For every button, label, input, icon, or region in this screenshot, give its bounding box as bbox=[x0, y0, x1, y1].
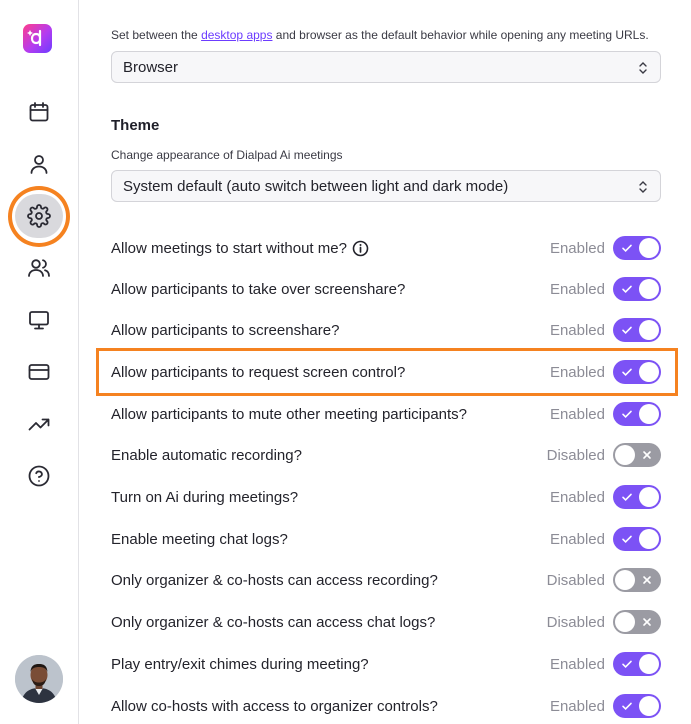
toggle-knob bbox=[639, 487, 659, 507]
setting-label-text: Allow meetings to start without me? bbox=[111, 239, 347, 257]
users-icon[interactable] bbox=[25, 254, 53, 282]
check-icon bbox=[622, 535, 632, 544]
default-app-select[interactable]: Browser bbox=[111, 51, 661, 83]
setting-label: Allow participants to take over screensh… bbox=[111, 280, 406, 298]
setting-row: Enable automatic recording? Disabled bbox=[111, 440, 661, 470]
default-app-desc-text: Set between the bbox=[111, 28, 202, 42]
info-icon[interactable] bbox=[352, 240, 369, 257]
toggle-knob bbox=[639, 529, 659, 549]
setting-toggle[interactable] bbox=[613, 652, 661, 676]
setting-toggle[interactable] bbox=[613, 485, 661, 509]
sidebar bbox=[0, 0, 79, 724]
toggle-knob bbox=[615, 612, 635, 632]
setting-row: Only organizer & co-hosts can access rec… bbox=[111, 565, 661, 595]
check-icon bbox=[622, 660, 632, 669]
toggle-knob bbox=[615, 570, 635, 590]
setting-label: Turn on Ai during meetings? bbox=[111, 488, 299, 506]
setting-toggle[interactable] bbox=[613, 568, 661, 592]
theme-title: Theme bbox=[111, 117, 160, 134]
setting-toggle[interactable] bbox=[613, 610, 661, 634]
help-circle-icon[interactable] bbox=[25, 462, 53, 490]
setting-toggle[interactable] bbox=[613, 236, 661, 260]
setting-row: Allow participants to screenshare? Enabl… bbox=[111, 315, 661, 345]
toggle-knob bbox=[639, 320, 659, 340]
setting-status: Disabled bbox=[546, 571, 605, 589]
setting-label: Allow co-hosts with access to organizer … bbox=[111, 697, 438, 715]
theme-description: Change appearance of Dialpad Ai meetings bbox=[111, 148, 343, 162]
setting-label: Allow participants to screenshare? bbox=[111, 321, 340, 339]
setting-toggle[interactable] bbox=[613, 402, 661, 426]
setting-status: Enabled bbox=[549, 405, 605, 423]
setting-row: Allow participants to take over screensh… bbox=[111, 274, 661, 304]
setting-status: Enabled bbox=[549, 530, 605, 548]
setting-status: Enabled bbox=[549, 239, 605, 257]
setting-toggle[interactable] bbox=[613, 443, 661, 467]
setting-row: Only organizer & co-hosts can access cha… bbox=[111, 607, 661, 637]
setting-row: Allow co-hosts with access to organizer … bbox=[111, 691, 661, 721]
check-icon bbox=[622, 244, 632, 253]
toggle-knob bbox=[639, 404, 659, 424]
setting-status: Enabled bbox=[549, 488, 605, 506]
x-icon bbox=[643, 576, 651, 584]
nav-highlight-ring bbox=[8, 186, 70, 247]
desktop-apps-link[interactable]: desktop apps bbox=[201, 28, 272, 42]
highlighted-row-outline bbox=[96, 348, 678, 396]
setting-row: Play entry/exit chimes during meeting? E… bbox=[111, 649, 661, 679]
setting-row: Turn on Ai during meetings? Enabled bbox=[111, 482, 661, 512]
check-icon bbox=[622, 410, 632, 419]
setting-label: Enable meeting chat logs? bbox=[111, 530, 288, 548]
setting-label: Only organizer & co-hosts can access rec… bbox=[111, 571, 438, 589]
x-icon bbox=[643, 618, 651, 626]
setting-toggle[interactable] bbox=[613, 694, 661, 718]
setting-status: Enabled bbox=[549, 697, 605, 715]
setting-label: Enable automatic recording? bbox=[111, 446, 302, 464]
check-icon bbox=[622, 702, 632, 711]
x-icon bbox=[643, 451, 651, 459]
setting-row: Enable meeting chat logs? Enabled bbox=[111, 524, 661, 554]
setting-label: Allow meetings to start without me? bbox=[111, 240, 550, 257]
check-icon bbox=[622, 285, 632, 294]
default-app-select-value: Browser bbox=[123, 58, 179, 76]
setting-toggle[interactable] bbox=[613, 318, 661, 342]
setting-status: Disabled bbox=[546, 446, 605, 464]
theme-select[interactable]: System default (auto switch between ligh… bbox=[111, 170, 661, 202]
select-chevron-icon bbox=[639, 62, 647, 74]
user-avatar[interactable] bbox=[15, 655, 63, 703]
user-icon[interactable] bbox=[25, 150, 53, 178]
theme-select-value: System default (auto switch between ligh… bbox=[123, 177, 509, 195]
setting-label: Only organizer & co-hosts can access cha… bbox=[111, 613, 436, 631]
toggle-knob bbox=[639, 696, 659, 716]
setting-status: Enabled bbox=[549, 655, 605, 673]
setting-row: Allow meetings to start without me? Enab… bbox=[111, 233, 661, 263]
toggle-knob bbox=[639, 279, 659, 299]
toggle-knob bbox=[615, 445, 635, 465]
calendar-icon[interactable] bbox=[25, 98, 53, 126]
setting-label: Play entry/exit chimes during meeting? bbox=[111, 655, 369, 673]
default-app-description: Set between the desktop apps and browser… bbox=[111, 28, 649, 42]
dialpad-logo-icon[interactable] bbox=[23, 24, 52, 53]
trending-up-icon[interactable] bbox=[25, 410, 53, 438]
setting-toggle[interactable] bbox=[613, 527, 661, 551]
monitor-icon[interactable] bbox=[25, 306, 53, 334]
credit-card-icon[interactable] bbox=[25, 358, 53, 386]
setting-status: Enabled bbox=[549, 321, 605, 339]
setting-toggle[interactable] bbox=[613, 277, 661, 301]
toggle-knob bbox=[639, 238, 659, 258]
setting-status: Disabled bbox=[546, 613, 605, 631]
setting-label: Allow participants to mute other meeting… bbox=[111, 405, 468, 423]
check-icon bbox=[622, 493, 632, 502]
default-app-desc-text-end: and browser as the default behavior whil… bbox=[272, 28, 649, 42]
toggle-knob bbox=[639, 654, 659, 674]
check-icon bbox=[622, 326, 632, 335]
setting-status: Enabled bbox=[549, 280, 605, 298]
select-chevron-icon bbox=[639, 181, 647, 193]
setting-row: Allow participants to mute other meeting… bbox=[111, 399, 661, 429]
